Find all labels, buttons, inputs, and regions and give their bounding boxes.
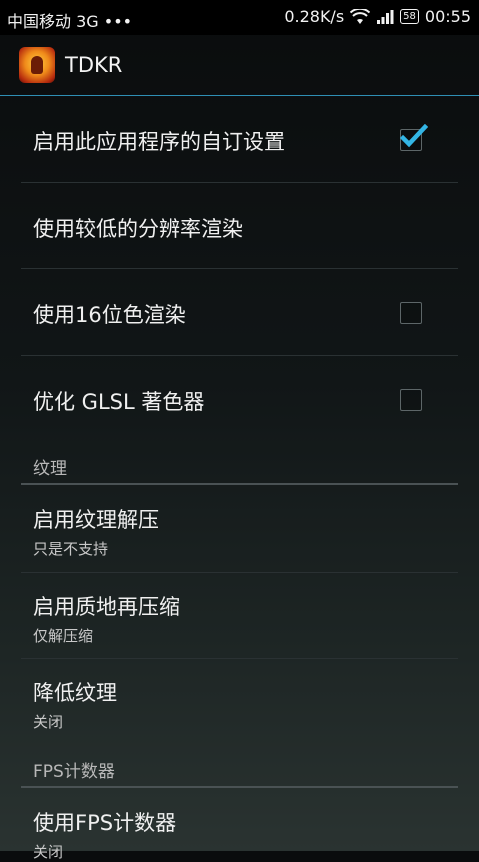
- optimize-glsl-checkbox[interactable]: [400, 389, 422, 411]
- pref-summary: 只是不支持: [33, 540, 109, 558]
- pref-summary: 仅解压缩: [33, 627, 94, 645]
- category-divider: [21, 786, 458, 788]
- pref-title: 降低纹理: [33, 681, 117, 705]
- pref-reduce-texture[interactable]: 降低纹理 关闭: [0, 659, 479, 745]
- category-header-fps: FPS计数器: [33, 762, 115, 782]
- network-speed: 0.28K/s: [284, 7, 345, 26]
- render-16bit-checkbox[interactable]: [400, 302, 422, 324]
- pref-fps-counter[interactable]: 使用FPS计数器 关闭: [0, 789, 479, 861]
- status-icons: 0.28K/s 58 00:55: [284, 7, 471, 26]
- checkmark-icon: [400, 124, 428, 148]
- category-header-texture: 纹理: [33, 459, 67, 479]
- pref-title: 启用纹理解压: [33, 508, 159, 532]
- app-icon[interactable]: [19, 47, 55, 83]
- wifi-icon: [350, 8, 371, 24]
- pref-texture-decompress[interactable]: 启用纹理解压 只是不支持: [0, 486, 479, 572]
- status-bar: 中国移动 3G ••• 0.28K/s 58 00:55: [0, 0, 479, 35]
- pref-optimize-glsl[interactable]: 优化 GLSL 著色器: [0, 356, 479, 442]
- pref-summary: 关闭: [33, 843, 64, 861]
- pref-title: 使用较低的分辨率渲染: [33, 217, 243, 241]
- enable-custom-checkbox[interactable]: [400, 124, 428, 151]
- pref-title: 启用此应用程序的自订设置: [33, 130, 285, 154]
- pref-summary: 关闭: [33, 713, 64, 731]
- app-title: TDKR: [65, 53, 123, 77]
- carrier-label: 中国移动 3G •••: [7, 12, 133, 31]
- pref-title: 启用质地再压缩: [33, 595, 180, 619]
- battery-icon: 58: [400, 9, 419, 24]
- pref-title: 使用16位色渲染: [33, 303, 186, 327]
- pref-enable-custom[interactable]: 启用此应用程序的自订设置: [0, 96, 479, 182]
- pref-title: 优化 GLSL 著色器: [33, 390, 205, 414]
- pref-16bit-render[interactable]: 使用16位色渲染: [0, 269, 479, 355]
- pref-low-resolution[interactable]: 使用较低的分辨率渲染: [0, 183, 479, 269]
- action-bar: TDKR: [0, 35, 479, 96]
- signal-icon: [377, 9, 394, 24]
- pref-title: 使用FPS计数器: [33, 811, 177, 835]
- pref-texture-recompress[interactable]: 启用质地再压缩 仅解压缩: [0, 573, 479, 659]
- category-divider: [21, 483, 458, 485]
- clock: 00:55: [424, 7, 471, 26]
